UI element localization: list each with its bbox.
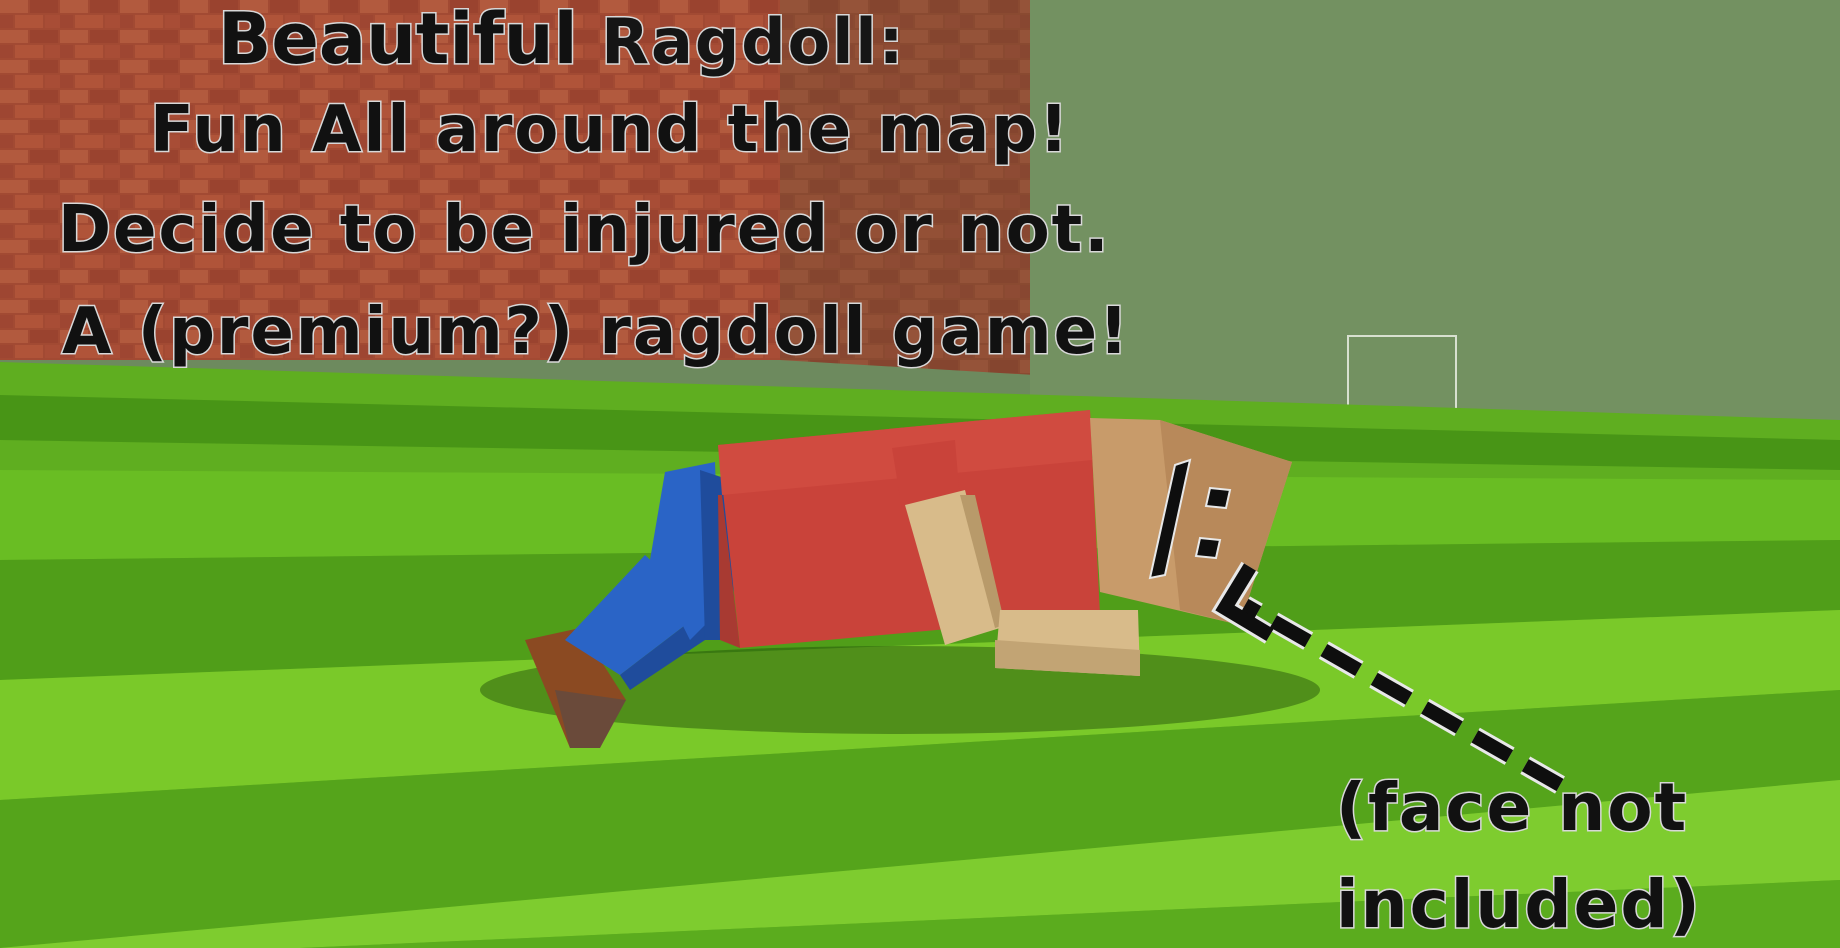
game-viewport: Beautiful Ragdoll: Fun All around the ma… <box>0 0 1840 948</box>
title-line: Beautiful Ragdoll: <box>217 3 905 76</box>
title-word-beautiful: Beautiful <box>217 0 580 80</box>
caption-line-1: Fun All around the map! <box>148 93 1071 167</box>
title-word-ragdoll: Ragdoll: <box>600 5 906 78</box>
annotation-note-line-2: included) <box>1335 866 1702 943</box>
annotation-note-line-1: (face not <box>1334 769 1689 846</box>
caption-line-2: Decide to be injured or not. <box>57 193 1111 267</box>
caption-line-3: A (premium?) ragdoll game! <box>60 295 1131 369</box>
